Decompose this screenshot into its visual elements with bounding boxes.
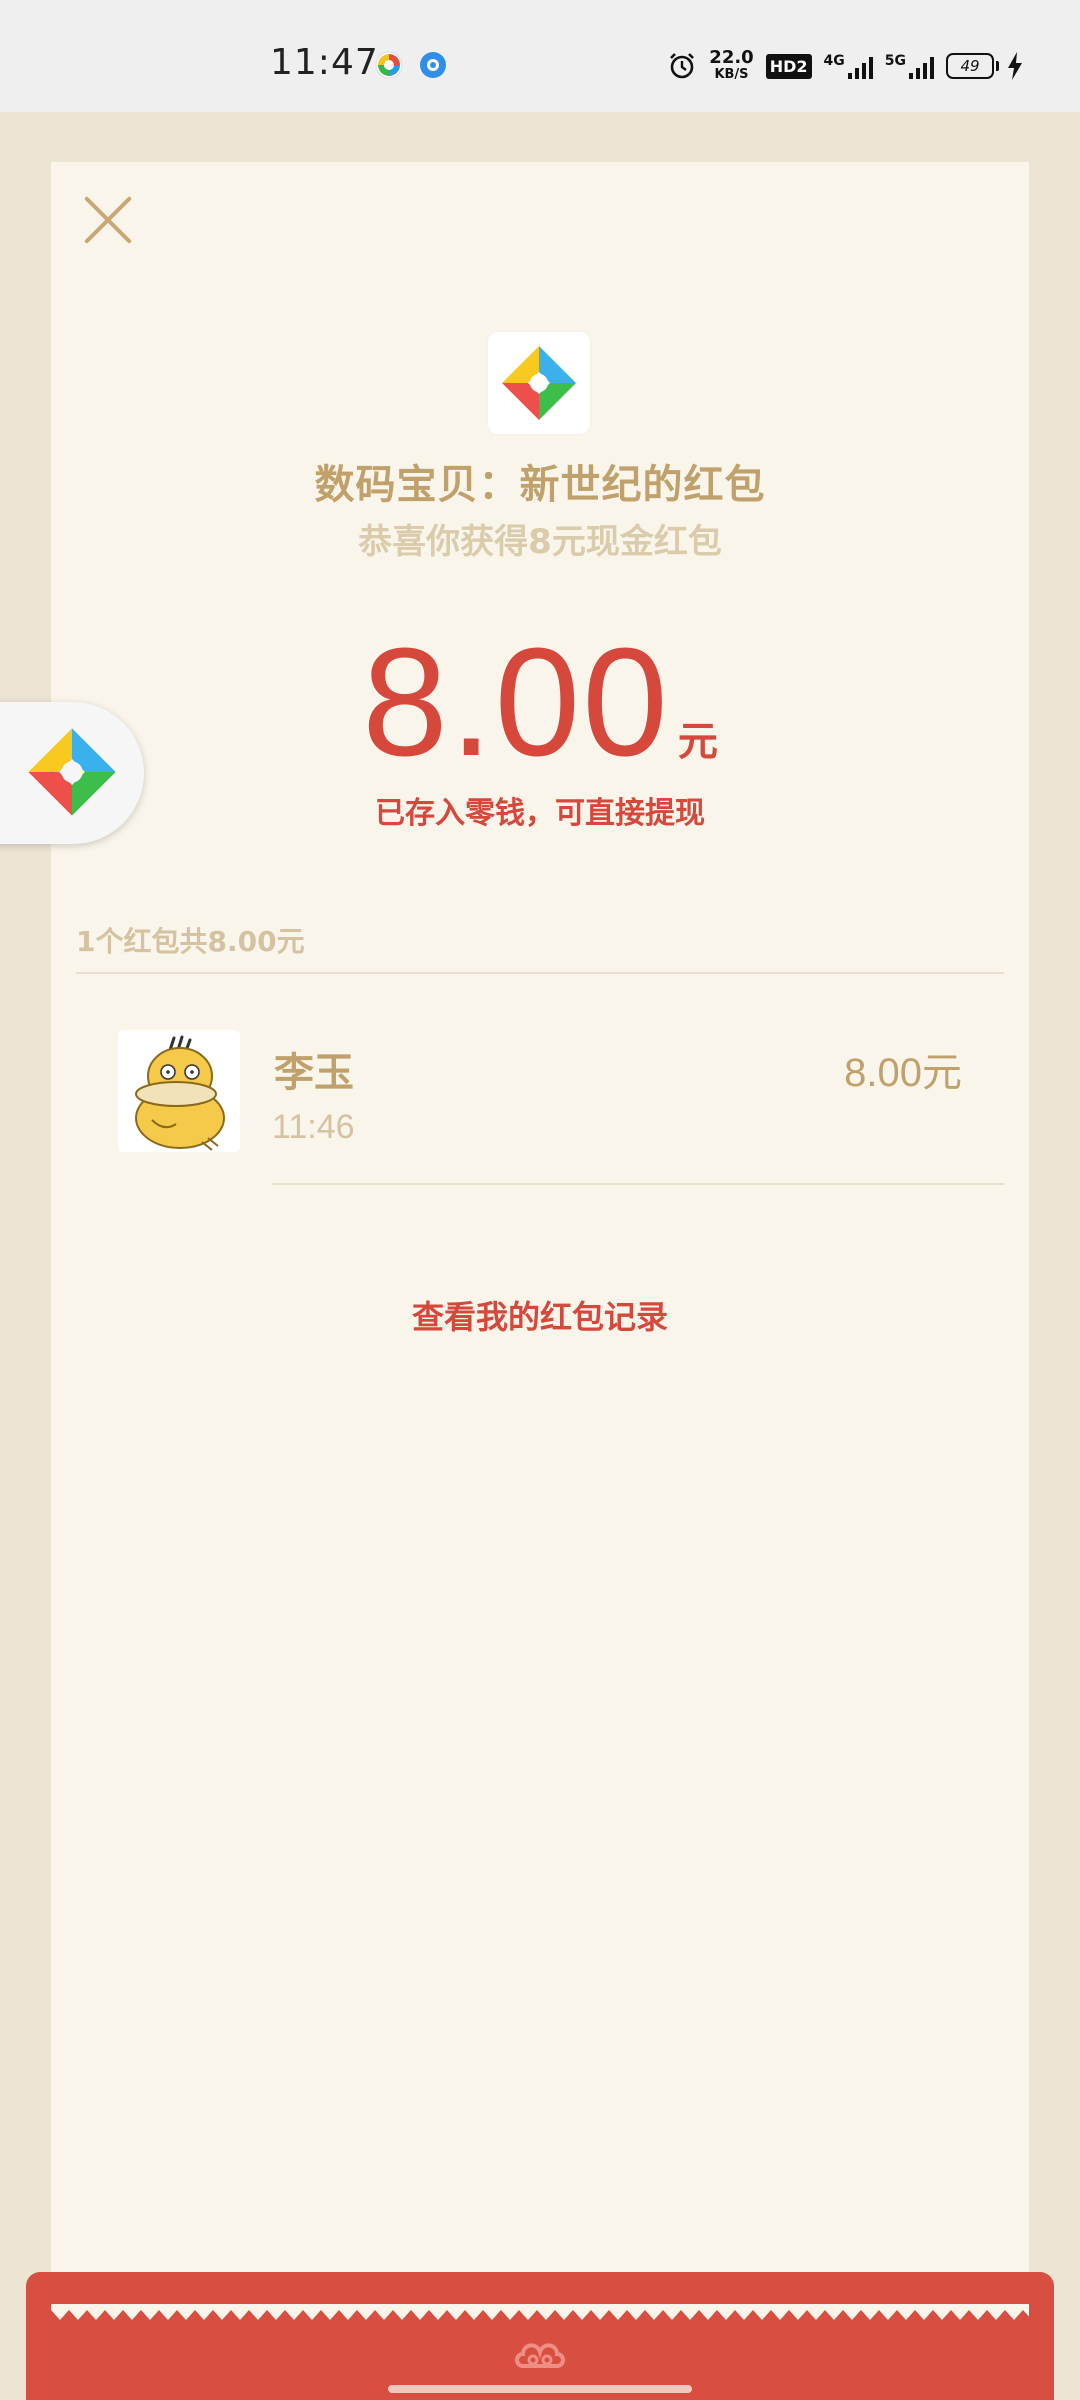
receiver-amount: 8.00元 bbox=[844, 1051, 962, 1095]
home-indicator[interactable] bbox=[388, 2385, 692, 2393]
stored-note: 已存入零钱，可直接提现 bbox=[375, 796, 705, 831]
cloud-pattern-icon bbox=[515, 2343, 565, 2368]
charging-bolt-icon bbox=[1008, 52, 1022, 80]
packet-title: 数码宝贝：新世纪的红包 bbox=[314, 462, 766, 508]
summary-divider bbox=[76, 972, 1004, 974]
amount-display: 8.00 元 bbox=[0, 612, 1080, 792]
packet-summary: 1个红包共8.00元 bbox=[76, 925, 305, 958]
status-bar: 11:47 22.0 KB/S HD2 4G 5G 49 bbox=[0, 0, 1080, 112]
packet-subtitle: 恭喜你获得8元现金红包 bbox=[358, 522, 722, 562]
pinwheel-logo-icon bbox=[502, 346, 576, 420]
battery-icon: 49 bbox=[946, 53, 999, 79]
hd-voice-badge: HD2 bbox=[765, 53, 812, 79]
close-icon[interactable] bbox=[82, 194, 134, 246]
floating-app-button[interactable] bbox=[0, 702, 144, 844]
network-speed: 22.0 KB/S bbox=[709, 47, 754, 83]
amount-value: 8.00 bbox=[362, 616, 670, 788]
receiver-name: 李玉 bbox=[274, 1050, 354, 1096]
signal-bars-icon bbox=[847, 57, 873, 79]
yellow-duck-avatar bbox=[118, 1030, 240, 1152]
signal-4g: 4G bbox=[824, 53, 873, 79]
zigzag-edge bbox=[51, 2304, 1029, 2320]
pinwheel-logo-icon bbox=[28, 728, 116, 816]
app-notification-icon bbox=[375, 51, 403, 79]
browser-notification-icon bbox=[420, 52, 446, 78]
status-time: 11:47 bbox=[270, 42, 379, 83]
signal-5g: 5G bbox=[885, 53, 934, 79]
receiver-time: 11:46 bbox=[272, 1108, 355, 1146]
red-packet-bottom bbox=[26, 2272, 1054, 2400]
view-records-link[interactable]: 查看我的红包记录 bbox=[0, 1292, 1080, 1338]
avatar[interactable] bbox=[118, 1030, 240, 1152]
sender-logo bbox=[488, 332, 590, 434]
signal-bars-icon bbox=[909, 57, 934, 79]
amount-unit: 元 bbox=[677, 719, 718, 765]
receiver-divider bbox=[272, 1183, 1004, 1185]
alarm-icon bbox=[670, 53, 695, 79]
